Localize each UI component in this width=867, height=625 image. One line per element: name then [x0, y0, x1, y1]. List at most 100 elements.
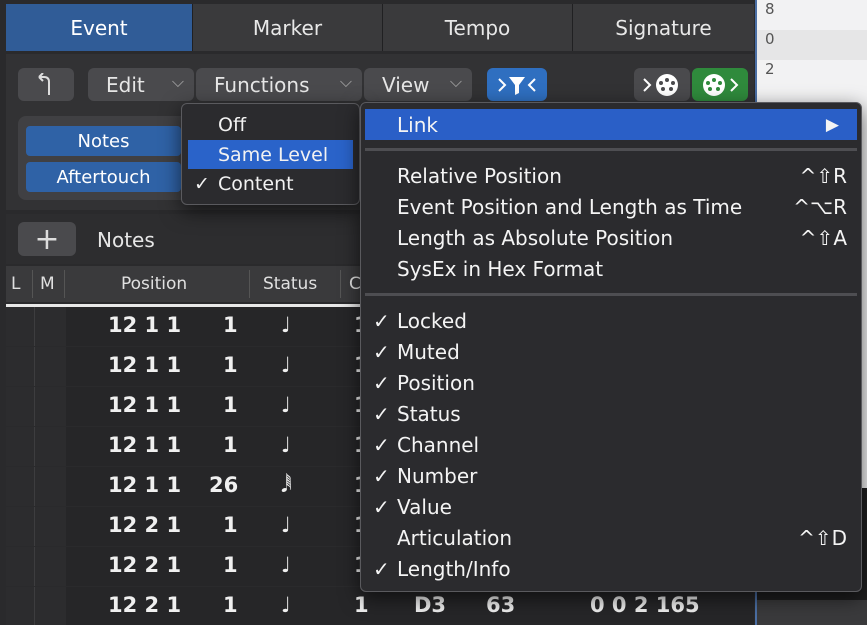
lock-mute-cells[interactable] [6, 347, 66, 386]
tab-tempo[interactable]: Tempo [383, 4, 573, 51]
tab-marker[interactable]: Marker [193, 4, 383, 51]
plus-icon: + [34, 221, 60, 257]
checkmark-icon: ✓ [373, 339, 390, 364]
column-divider [340, 270, 341, 298]
cell-position: 12 2 1 [108, 513, 182, 537]
menu-item-shortcut: ^⇧R [799, 163, 847, 188]
menu-item-label: Off [218, 113, 247, 136]
link-option-off[interactable]: Off [188, 110, 353, 139]
lock-mute-cells[interactable] [6, 507, 66, 546]
menu-item-sysex-hex[interactable]: SysEx in Hex Format [365, 253, 857, 284]
checkmark-icon: ✓ [373, 494, 390, 519]
tab-event[interactable]: Event [6, 4, 193, 51]
menu-item-number[interactable]: ✓ Number [365, 460, 857, 491]
menu-item-channel[interactable]: ✓ Channel [365, 429, 857, 460]
link-option-same-level[interactable]: Same Level [188, 140, 353, 169]
menu-item-label: Value [397, 494, 452, 519]
link-submenu: Off Same Level ✓ Content [181, 103, 360, 205]
menu-item-label: Number [397, 463, 478, 488]
cell-position: 12 1 1 [108, 433, 182, 457]
tab-signature[interactable]: Signature [573, 4, 754, 51]
backdrop-number: 8 [765, 0, 775, 18]
menu-item-length-info[interactable]: ✓ Length/Info [365, 553, 857, 584]
cell-position: 12 2 1 [108, 553, 182, 577]
column-muted[interactable]: M [40, 274, 55, 294]
checkmark-icon: ✓ [373, 432, 390, 457]
edit-menu-button[interactable]: Edit ⌵ [88, 68, 194, 101]
menu-item-label: Channel [397, 432, 480, 457]
link-option-content[interactable]: ✓ Content [188, 169, 353, 198]
menu-item-label: Locked [397, 308, 467, 333]
menu-item-locked[interactable]: ✓ Locked [365, 305, 857, 336]
view-label: View [382, 72, 430, 97]
cell-ticks: 1 [223, 313, 238, 337]
view-menu-button[interactable]: View ⌵ [364, 68, 472, 101]
cell-channel: 1 [354, 593, 369, 617]
backdrop-number: 0 [757, 30, 867, 60]
cell-ticks: 1 [223, 553, 238, 577]
menu-item-event-position-time[interactable]: Event Position and Length as Time ^⌥R [365, 191, 857, 222]
cell-ticks: 1 [223, 593, 238, 617]
menu-item-position[interactable]: ✓ Position [365, 367, 857, 398]
lock-mute-cells[interactable] [6, 587, 66, 625]
filter-icon [498, 76, 536, 95]
filter-button[interactable] [487, 68, 547, 101]
lock-mute-cells[interactable] [6, 467, 66, 506]
cell-ticks: 1 [223, 433, 238, 457]
column-locked[interactable]: L [11, 274, 20, 294]
background-strip [757, 600, 867, 625]
menu-item-label: Content [218, 172, 294, 195]
menu-item-muted[interactable]: ✓ Muted [365, 336, 857, 367]
note-icon: ♩ [281, 393, 291, 417]
note-icon: ♩ [281, 313, 291, 337]
notes-filter-button[interactable]: Notes [26, 126, 181, 156]
checkmark-icon: ✓ [373, 463, 390, 488]
lock-mute-cells[interactable] [6, 387, 66, 426]
midi-out-button[interactable] [692, 68, 748, 101]
menu-item-label: Relative Position [397, 163, 562, 188]
checkmark-icon: ✓ [373, 401, 390, 426]
note-icon: ♩ [281, 353, 291, 377]
menu-item-label: Length/Info [397, 556, 511, 581]
midi-out-icon [703, 73, 739, 96]
column-position[interactable]: Position [121, 274, 187, 294]
backdrop-number: 2 [765, 60, 775, 78]
menu-item-status[interactable]: ✓ Status [365, 398, 857, 429]
table-row[interactable]: 12 2 1 1 ♩ 1 D3 63 0 0 2 165 [6, 587, 754, 625]
menu-item-label: Status [397, 401, 461, 426]
functions-menu-button[interactable]: Functions ⌵ [196, 68, 362, 101]
menu-item-length-absolute[interactable]: Length as Absolute Position ^⇧A [365, 222, 857, 253]
cell-number: D3 [414, 593, 447, 617]
menu-item-articulation[interactable]: Articulation ^⇧D [365, 522, 857, 553]
menu-item-label: Length as Absolute Position [397, 225, 674, 250]
add-event-button[interactable]: + [18, 221, 76, 257]
menu-item-label: SysEx in Hex Format [397, 256, 604, 281]
menu-item-shortcut: ^⇧D [798, 525, 847, 550]
cell-ticks: 1 [223, 393, 238, 417]
tab-bar: Event Marker Tempo Signature [6, 4, 754, 51]
cell-length: 0 0 2 165 [590, 593, 700, 617]
view-menu: Link ▶ Relative Position ^⇧R Event Posit… [360, 102, 862, 592]
midi-in-button[interactable] [634, 68, 690, 101]
checkmark-icon: ✓ [373, 370, 390, 395]
submenu-arrow-icon: ▶ [825, 114, 839, 135]
lock-mute-cells[interactable] [6, 427, 66, 466]
lock-mute-cells[interactable] [6, 547, 66, 586]
checkmark-icon: ✓ [373, 308, 390, 333]
column-divider [64, 270, 65, 298]
menu-item-link[interactable]: Link ▶ [365, 109, 857, 140]
lock-mute-cells[interactable] [6, 307, 66, 346]
aftertouch-filter-button[interactable]: Aftertouch [26, 162, 181, 192]
menu-item-label: Same Level [218, 143, 329, 166]
cell-position: 12 1 1 [108, 393, 182, 417]
column-divider [249, 270, 250, 298]
menu-separator [365, 148, 857, 151]
column-status[interactable]: Status [263, 274, 317, 294]
menu-item-shortcut: ^⌥R [793, 194, 847, 219]
chevron-down-icon: ⌵ [171, 72, 184, 91]
cell-position: 12 2 1 [108, 593, 182, 617]
midi-in-icon [643, 73, 678, 96]
go-up-button[interactable] [18, 68, 74, 101]
menu-item-value[interactable]: ✓ Value [365, 491, 857, 522]
menu-item-relative-position[interactable]: Relative Position ^⇧R [365, 160, 857, 191]
